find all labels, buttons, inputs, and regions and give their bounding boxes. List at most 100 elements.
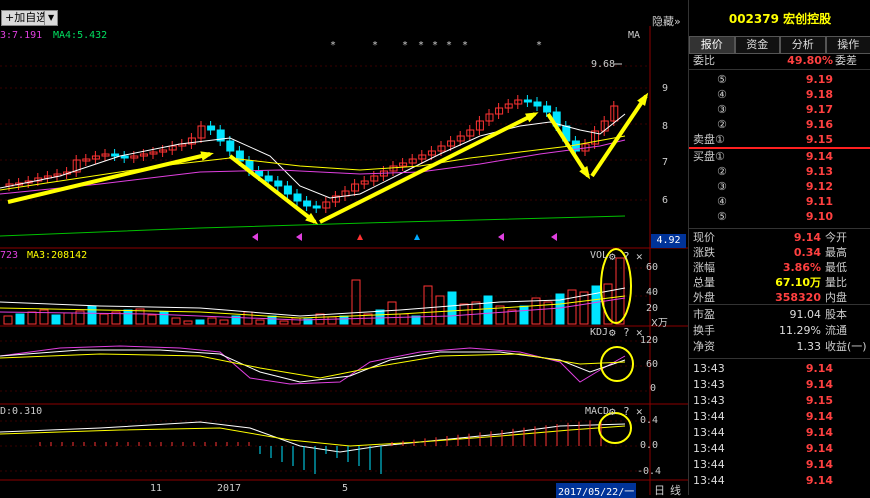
- vol-legend-1: 723: [0, 250, 18, 261]
- period-line-label[interactable]: 线: [670, 482, 681, 498]
- stat2-row-label: 净资: [693, 340, 715, 354]
- candle-body: [284, 186, 291, 194]
- close-icon[interactable]: ✕: [636, 405, 643, 418]
- tick-row-label: 13:43: [693, 362, 725, 376]
- tick-row: 13:44 9.14: [689, 410, 870, 424]
- kdj-axis-tick: 0: [650, 383, 656, 394]
- buy-row-value: 9.13: [779, 165, 833, 179]
- x-axis-label: 11: [150, 483, 162, 494]
- volume-bar: [448, 292, 456, 324]
- tick-row-label: 13:44: [693, 410, 725, 424]
- quote-panel: 002379 宏创控股 报价 资金 分析 操作 委比 49.80% 委差 ⑤9.…: [688, 0, 870, 495]
- stat2-row: 市盈91.04股本: [689, 308, 870, 322]
- stat2-row: 换手11.29%流通: [689, 324, 870, 338]
- volume-bar: [124, 310, 132, 324]
- tick-row-value: 9.14: [779, 378, 833, 392]
- volume-bar: [160, 312, 168, 324]
- x-axis-label: 2017: [217, 483, 241, 494]
- close-icon[interactable]: ✕: [636, 326, 643, 339]
- star-marker: *: [418, 40, 424, 51]
- sell-row: 卖盘①9.15: [689, 133, 870, 147]
- price-axis-tick: 9: [662, 83, 668, 94]
- sell-row-value: 9.16: [779, 118, 833, 132]
- date-cursor-label: 2017/05/22/一: [556, 483, 636, 498]
- vol-axis-tick: 40: [646, 287, 658, 298]
- tick-row: 13:439.15: [689, 394, 870, 408]
- candle-body: [208, 126, 215, 130]
- candle-body: [227, 141, 234, 151]
- volume-bar: [340, 316, 348, 324]
- kline-chart[interactable]: [0, 26, 688, 495]
- stat-row-label2: 今开: [825, 231, 847, 245]
- settings-icon[interactable]: ⚙: [609, 326, 616, 339]
- period-day-label[interactable]: 日: [654, 482, 665, 498]
- weibi-label: 委比: [693, 54, 715, 68]
- x-axis-label: 5: [342, 483, 348, 494]
- candle-body: [112, 154, 119, 156]
- volume-bar: [592, 286, 600, 324]
- stat-row: 外盘358320内盘: [689, 291, 870, 305]
- candle-body: [275, 181, 282, 186]
- kdj-title: KDJ: [590, 327, 608, 338]
- dropdown-button[interactable]: ▼: [44, 10, 58, 26]
- buy-row-label: ②: [717, 165, 727, 179]
- toolbar: +加自选 ▼: [0, 0, 688, 26]
- price-axis-tick: 6: [662, 195, 668, 206]
- sell-row-label: ⑤: [717, 73, 727, 87]
- tick-row-label: 13:44: [693, 442, 725, 456]
- tab-funds[interactable]: 资金: [735, 36, 781, 54]
- kdj-axis-tick: 60: [646, 359, 658, 370]
- stat-row: 涨幅3.86%最低: [689, 261, 870, 275]
- settings-icon[interactable]: ⚙: [609, 250, 616, 263]
- tab-quote[interactable]: 报价: [689, 36, 735, 54]
- vol-axis-tick: 20: [646, 303, 658, 314]
- candle-body: [544, 106, 551, 112]
- macd-legend: D:0.310: [0, 406, 42, 417]
- tab-operation[interactable]: 操作: [826, 36, 870, 54]
- stat-row: 现价9.14今开: [689, 231, 870, 245]
- help-icon[interactable]: ?: [623, 405, 630, 418]
- stat-row: 总量67.10万量比: [689, 276, 870, 290]
- sell-row: ④9.18: [689, 88, 870, 102]
- bid-ask-divider: [689, 147, 870, 149]
- tick-row-value: 9.14: [779, 362, 833, 376]
- tick-row-value: 9.14: [779, 458, 833, 472]
- stat2-row-label2: 收益(一): [825, 340, 867, 354]
- candle-body: [304, 201, 311, 206]
- sell-row-value: 9.17: [779, 103, 833, 117]
- stock-name: 宏创控股: [783, 12, 831, 26]
- tab-analysis[interactable]: 分析: [780, 36, 826, 54]
- macd-axis-tick: 0.0: [640, 440, 658, 451]
- candle-body: [524, 100, 531, 102]
- tick-row: 13:449.14: [689, 442, 870, 456]
- sell-row-value: 9.15: [779, 133, 833, 147]
- tick-row-value: 9.14: [779, 410, 833, 424]
- macd-axis-tick: 0.4: [640, 415, 658, 426]
- tick-row: 13:449.14: [689, 426, 870, 440]
- weibi-value: 49.80%: [779, 54, 833, 68]
- stat-row-value: 0.34: [745, 246, 821, 260]
- sell-row-value: 9.19: [779, 73, 833, 87]
- vol-title: VOL: [590, 250, 608, 261]
- tick-row-value: 9.14: [779, 426, 833, 440]
- star-marker: *: [330, 40, 336, 51]
- stat2-row-label2: 股本: [825, 308, 847, 322]
- sell-row-label: ③: [717, 103, 727, 117]
- help-icon[interactable]: ?: [623, 250, 630, 263]
- stat-row-value: 358320: [745, 291, 821, 305]
- sell-row: ⑤ 9.19: [689, 73, 870, 87]
- price-high-label: 9.68: [591, 59, 615, 70]
- settings-icon[interactable]: ⚙: [609, 405, 616, 418]
- close-icon[interactable]: ✕: [636, 250, 643, 263]
- volume-bar: [268, 316, 276, 324]
- help-icon[interactable]: ?: [623, 326, 630, 339]
- sell-row-value: 9.18: [779, 88, 833, 102]
- stat-row-label: 外盘: [693, 291, 715, 305]
- stat2-row-value: 91.04: [745, 308, 821, 322]
- buy-row-value: 9.11: [779, 195, 833, 209]
- hide-button[interactable]: 隐藏»: [652, 13, 681, 29]
- weibi-row: 委比 49.80% 委差: [689, 54, 870, 68]
- candle-body: [265, 176, 272, 181]
- buy-row: 买盘①9.14: [689, 150, 870, 164]
- stat-row-value: 67.10万: [745, 276, 821, 290]
